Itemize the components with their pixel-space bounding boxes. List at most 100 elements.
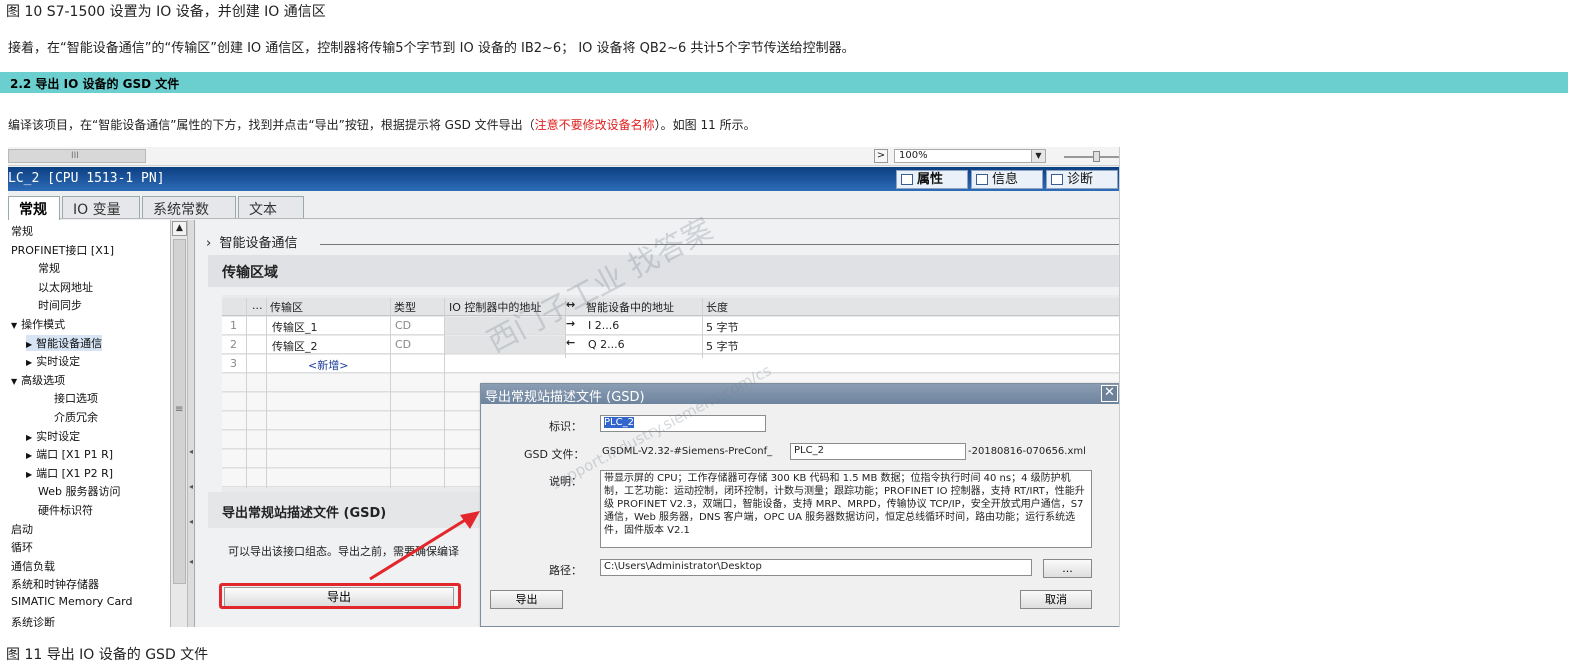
tree-item-label: 通信负载 <box>11 559 55 573</box>
gsd-suffix: -20180816-070656.xml <box>968 446 1086 457</box>
tree-item[interactable]: ▼ 高级选项 <box>11 372 65 388</box>
tree-item[interactable]: ▶ 智能设备通信 <box>26 334 103 351</box>
dialog-export-button[interactable]: 导出 <box>490 590 563 609</box>
tree-item[interactable]: PROFINET接口 [X1] <box>11 242 114 258</box>
splitter-arrow-icon: ◂ <box>189 482 194 491</box>
tree-item-label: 端口 [X1 P1 R] <box>36 448 114 462</box>
diagnostics-icon <box>1051 174 1063 185</box>
tree-item-label: 启动 <box>11 522 33 536</box>
splitter-arrow-icon: ◂ <box>189 557 194 566</box>
tree-item[interactable]: Web 服务器访问 <box>38 483 120 499</box>
tree-item-label: 系统诊断 <box>11 615 55 627</box>
tree-item-label: 系统和时钟存储器 <box>11 578 99 592</box>
note-red: 注意不要修改设备名称 <box>534 118 655 132</box>
id-value: PLC_2 <box>604 417 634 428</box>
tree-item[interactable]: ▶ 实时设定 <box>26 428 80 444</box>
tree-item[interactable]: 通信负载 <box>11 558 55 574</box>
dialog-cancel-button[interactable]: 取消 <box>1020 590 1092 609</box>
expand-right-icon[interactable]: ▶ <box>26 470 32 479</box>
section-heading: 2.2 导出 IO 设备的 GSD 文件 <box>10 77 180 91</box>
tree-item-label: Web 服务器访问 <box>38 485 121 499</box>
tree-item[interactable]: 常规 <box>11 223 33 239</box>
tree-item-label: 常规 <box>11 225 33 238</box>
tab-texts[interactable]: 文本 <box>238 196 304 218</box>
tab-io-tags[interactable]: IO 变量 <box>62 196 140 218</box>
table-row[interactable] <box>222 355 1119 373</box>
expand-right-icon[interactable]: ▶ <box>26 358 32 367</box>
gsd-name-input[interactable]: PLC_2 <box>790 443 966 460</box>
annotation-arrow <box>369 511 480 581</box>
path-label: 路径： <box>549 564 582 577</box>
tab-diagnostics[interactable]: 诊断 <box>1046 170 1118 189</box>
tree-item-label: 实时设定 <box>36 355 81 369</box>
row-type[interactable]: CD <box>395 319 411 332</box>
tree-item-label: 以太网地址 <box>38 280 93 294</box>
horizontal-scrollbar[interactable]: III <box>8 149 146 163</box>
expand-down-icon[interactable]: ▼ <box>11 321 17 330</box>
col-header-name: 传输区 <box>270 301 303 314</box>
tree-item-label: 时间同步 <box>38 299 82 313</box>
expand-right-icon[interactable]: ▶ <box>26 340 32 349</box>
close-icon[interactable]: ✕ <box>1101 385 1118 402</box>
navigation-tree: 常规 PROFINET接口 [X1] 常规以太网地址时间同步 ▼ 操作模式 ▶ 智能设备通信… <box>8 220 171 627</box>
browse-button[interactable]: ... <box>1043 559 1092 578</box>
tree-item[interactable]: 启动 <box>11 521 33 537</box>
tree-item[interactable]: ▶ 端口 [X1 P2 R] <box>26 465 113 481</box>
row-number: 1 <box>230 319 237 332</box>
grip-icon: III <box>71 151 79 161</box>
tia-portal-screenshot: III > 100% ▼ LC_2 [CPU 1513-1 PN] 属性 信息 … <box>8 147 1120 627</box>
tree-item[interactable]: 时间同步 <box>38 297 82 313</box>
tab-system-constants[interactable]: 系统常数 <box>142 196 236 218</box>
tree-item[interactable]: ▼ 操作模式 <box>11 316 65 332</box>
tree-item[interactable]: ▶ 实时设定 <box>26 353 80 369</box>
tab-general[interactable]: 常规 <box>8 196 60 220</box>
row-name[interactable]: 传输区_2 <box>272 338 318 354</box>
path-input[interactable]: C:\Users\Administrator\Desktop <box>600 559 1032 576</box>
figure-caption-11: 图 11 导出 IO 设备的 GSD 文件 <box>6 647 209 663</box>
tree-item-label: 端口 [X1 P2 R] <box>36 466 114 480</box>
tree-item[interactable]: SIMATIC Memory Card <box>11 595 133 608</box>
tree-item-label: 实时设定 <box>36 429 81 443</box>
tree-item[interactable]: 接口选项 <box>54 390 98 406</box>
tab-info-label: 信息 <box>992 172 1019 187</box>
tree-item[interactable]: 系统诊断 <box>11 614 55 627</box>
transfer-area-title: 传输区域 <box>222 265 278 281</box>
tree-item-label: SIMATIC Memory Card <box>11 595 133 608</box>
scroll-up-icon[interactable]: ▲ <box>172 221 187 236</box>
tree-item[interactable]: 系统和时钟存储器 <box>11 576 99 592</box>
tree-item[interactable]: ▶ 端口 [X1 P1 R] <box>26 446 113 462</box>
tree-item[interactable]: 以太网地址 <box>38 279 93 295</box>
tree-item-label: 常规 <box>38 262 60 276</box>
zoom-slider-knob[interactable] <box>1093 151 1100 162</box>
description-textarea[interactable]: 带显示屏的 CPU；工作存储器可存储 300 KB 代码和 1.5 MB 数据；… <box>600 470 1092 548</box>
breadcrumb-label: 智能设备通信 <box>219 236 298 251</box>
device-title: LC_2 [CPU 1513-1 PN] <box>8 171 165 186</box>
tree-item-label: 操作模式 <box>21 318 66 331</box>
tree-item-label: PROFINET接口 [X1] <box>11 243 115 257</box>
figure-caption-10: 图 10 S7-1500 设置为 IO 设备，并创建 IO 通信区 <box>6 4 326 20</box>
paragraph-transfer: 接着，在“智能设备通信”的“传输区”创建 IO 通信区，控制器将传输5个字节到 … <box>8 41 855 56</box>
tree-item-label: 高级选项 <box>21 373 66 387</box>
panel-splitter[interactable]: ◂ ◂ ◂ ◂ <box>188 220 195 627</box>
tree-item[interactable]: 常规 <box>38 260 60 276</box>
col-header-dots: ... <box>252 299 263 312</box>
expand-right-icon[interactable]: ▶ <box>26 451 32 460</box>
gsd-file-label: GSD 文件： <box>524 448 585 461</box>
row-name[interactable]: 传输区_1 <box>272 319 318 335</box>
row-number: 3 <box>230 357 237 370</box>
col-header-type: 类型 <box>394 301 416 314</box>
add-new-row[interactable]: <新增> <box>308 357 348 373</box>
expand-down-icon[interactable]: ▼ <box>11 377 17 386</box>
tab-diagnostics-label: 诊断 <box>1067 172 1094 187</box>
zoom-slider[interactable] <box>1064 156 1119 158</box>
breadcrumb: › 智能设备通信 <box>206 232 297 251</box>
tree-item[interactable]: 硬件标识符 <box>38 502 93 518</box>
row-length[interactable]: 5 字节 <box>706 338 739 354</box>
grip-icon: ≡ <box>175 404 184 415</box>
tree-item-label: 循环 <box>11 541 33 555</box>
tree-item[interactable]: 介质冗余 <box>54 409 98 425</box>
tree-item[interactable]: 循环 <box>11 539 33 555</box>
row-type[interactable]: CD <box>395 338 411 351</box>
expand-right-icon[interactable]: ▶ <box>26 433 32 442</box>
paragraph-export: 编译该项目，在“智能设备通信”属性的下方，找到并点击“导出”按钮，根据提示将 G… <box>8 116 756 133</box>
